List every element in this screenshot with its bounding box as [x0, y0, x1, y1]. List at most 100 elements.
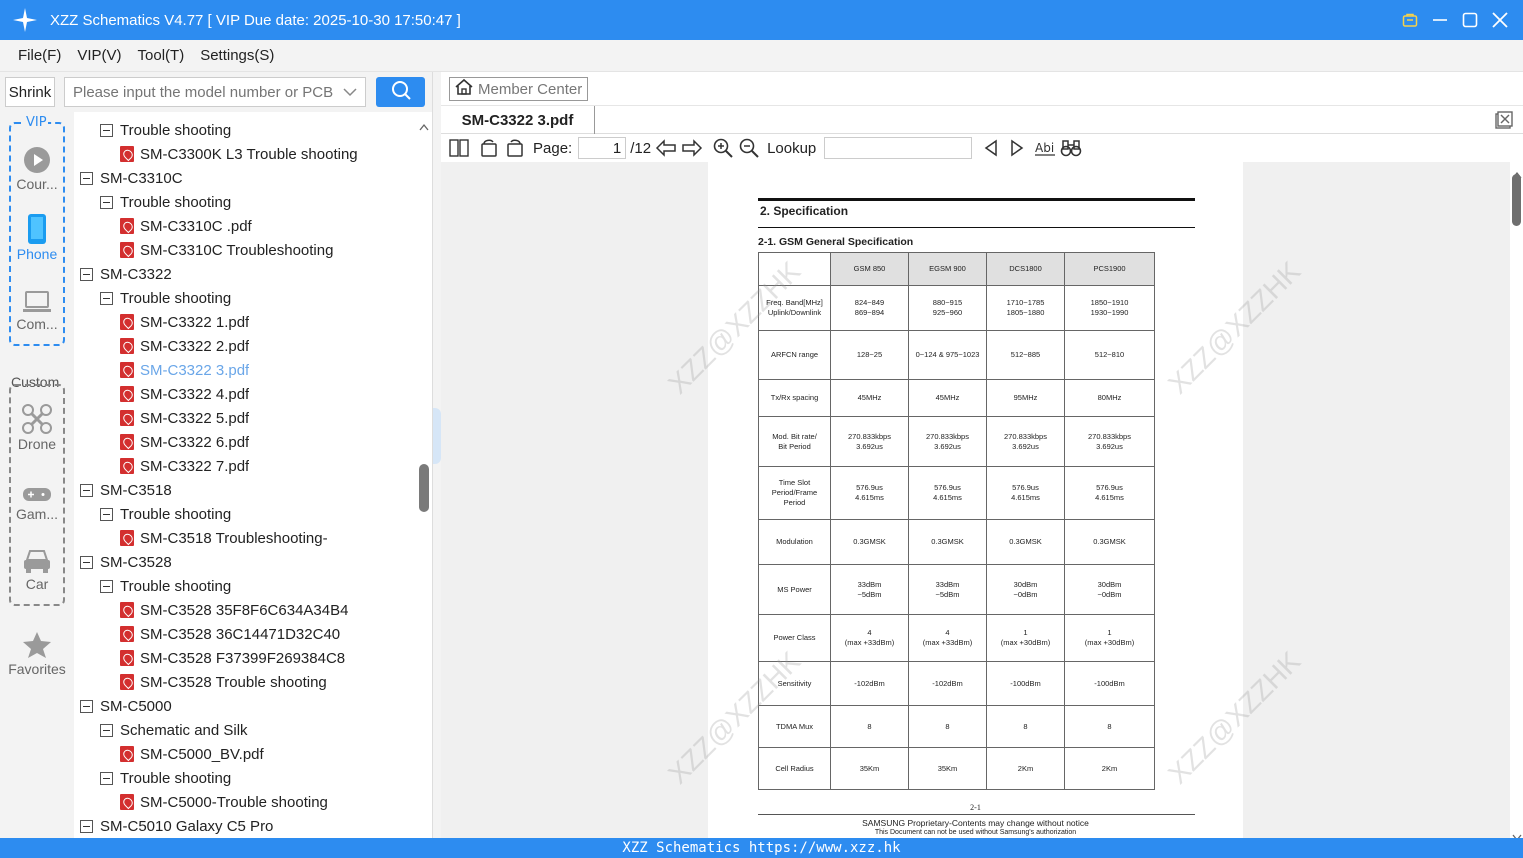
- collapse-toggle-icon[interactable]: [80, 171, 93, 185]
- sidebar-item-games[interactable]: Gam...: [0, 472, 74, 522]
- tree-folder-item[interactable]: SM-C3310C: [80, 166, 416, 190]
- collapse-toggle-icon[interactable]: [100, 291, 113, 305]
- tree-file-item[interactable]: SM-C3528 F37399F269384C8: [120, 646, 416, 670]
- collapse-toggle-icon[interactable]: [100, 195, 113, 209]
- tree-folder-item[interactable]: Trouble shooting: [100, 502, 416, 526]
- tree-folder-item[interactable]: SM-C3518: [80, 478, 416, 502]
- pdf-file-icon: [120, 626, 134, 642]
- search-input[interactable]: [73, 83, 333, 101]
- vip-label: VIP: [25, 115, 48, 130]
- tree-file-item[interactable]: SM-C3322 7.pdf: [120, 454, 416, 478]
- tree-file-item[interactable]: SM-C5000_BV.pdf: [120, 742, 416, 766]
- table-cell: 2Km: [986, 747, 1065, 790]
- tab-document[interactable]: SM-C3322 3.pdf: [441, 106, 595, 134]
- table-cell: 8: [1064, 705, 1155, 748]
- close-icon[interactable]: [1491, 11, 1509, 29]
- tree-file-item[interactable]: SM-C3310C Troubleshooting: [120, 238, 416, 262]
- sidebar-item-courses[interactable]: Cour...: [0, 142, 74, 192]
- zoom-in-icon[interactable]: [713, 136, 733, 160]
- find-next-icon[interactable]: [1010, 136, 1024, 160]
- search-button[interactable]: [376, 77, 425, 107]
- collapse-toggle-icon[interactable]: [80, 699, 93, 713]
- next-page-icon[interactable]: [681, 136, 703, 160]
- collapse-toggle-icon[interactable]: [80, 483, 93, 497]
- minimize-icon[interactable]: [1431, 11, 1449, 29]
- tree-item-label: SM-C3310C .pdf: [140, 217, 252, 235]
- tree-file-item[interactable]: SM-C3528 36C14471D32C40: [120, 622, 416, 646]
- sidebar-item-car[interactable]: Car: [0, 542, 74, 592]
- tree-folder-item[interactable]: Schematic and Silk: [100, 718, 416, 742]
- tree-file-item[interactable]: SM-C3322 4.pdf: [120, 382, 416, 406]
- two-page-view-icon[interactable]: [449, 136, 469, 160]
- sidebar-item-computer[interactable]: Com...: [0, 282, 74, 332]
- tree-folder-item[interactable]: SM-C3528: [80, 550, 416, 574]
- tree-file-item[interactable]: SM-C5000-Trouble shooting: [120, 790, 416, 814]
- tree-folder-item[interactable]: Trouble shooting: [100, 286, 416, 310]
- sidebar-item-favorites[interactable]: Favorites: [0, 627, 74, 677]
- collapse-toggle-icon[interactable]: [80, 267, 93, 281]
- tree-file-item[interactable]: SM-C3322 3.pdf: [120, 358, 416, 382]
- menu-settings[interactable]: Settings(S): [200, 47, 274, 64]
- tree-file-item[interactable]: SM-C3322 2.pdf: [120, 334, 416, 358]
- collapse-toggle-icon[interactable]: [100, 507, 113, 521]
- pdf-viewer[interactable]: 2. Specification 2-1. GSM General Specif…: [441, 162, 1510, 838]
- collapse-toggle-icon[interactable]: [100, 723, 113, 737]
- sidebar-item-label: Drone: [17, 436, 57, 452]
- laptop-icon: [0, 282, 74, 314]
- close-tab-icon[interactable]: [1495, 111, 1513, 133]
- collapse-toggle-icon[interactable]: [100, 771, 113, 785]
- collapse-toggle-icon[interactable]: [80, 555, 93, 569]
- pdf-file-icon: [120, 362, 134, 378]
- search-combobox[interactable]: [64, 77, 366, 107]
- tree-folder-item[interactable]: Trouble shooting: [100, 766, 416, 790]
- table-row: Modulation 0.3GMSK 0.3GMSK 0.3GMSK 0.3GMSK: [758, 519, 1155, 565]
- shrink-button[interactable]: Shrink: [5, 77, 55, 107]
- maximize-icon[interactable]: [1461, 11, 1479, 29]
- page-number-input[interactable]: 1: [578, 137, 627, 159]
- rotate-left-icon[interactable]: [479, 136, 499, 160]
- tree-folder-item[interactable]: SM-C3322: [80, 262, 416, 286]
- tree-file-item[interactable]: SM-C3310C .pdf: [120, 214, 416, 238]
- collapse-toggle-icon[interactable]: [100, 123, 113, 137]
- find-previous-icon[interactable]: [984, 136, 998, 160]
- menu-vip[interactable]: VIP(V): [77, 47, 121, 64]
- tree-file-item[interactable]: SM-C3518 Troubleshooting-: [120, 526, 416, 550]
- chevron-down-icon[interactable]: [343, 83, 357, 105]
- tree-file-item[interactable]: SM-C3322 5.pdf: [120, 406, 416, 430]
- vip-bag-icon[interactable]: [1401, 11, 1419, 29]
- tree-file-item[interactable]: SM-C3528 Trouble shooting: [120, 670, 416, 694]
- pane-splitter[interactable]: [432, 72, 441, 838]
- tree-scroll-thumb[interactable]: [419, 464, 429, 512]
- scroll-up-icon[interactable]: [419, 116, 429, 135]
- zoom-out-icon[interactable]: [739, 136, 759, 160]
- sidebar-item-drone[interactable]: Drone: [0, 402, 74, 452]
- tree-file-item[interactable]: SM-C3300K L3 Trouble shooting: [120, 142, 416, 166]
- tree-folder-item[interactable]: Trouble shooting: [100, 574, 416, 598]
- tree-folder-item[interactable]: Trouble shooting: [100, 190, 416, 214]
- match-case-icon[interactable]: Abi: [1034, 136, 1056, 160]
- sidebar-item-phone[interactable]: Phone: [0, 212, 74, 262]
- tree-file-item[interactable]: SM-C3322 6.pdf: [120, 430, 416, 454]
- member-center-button[interactable]: Member Center: [449, 77, 588, 101]
- tree-scrollbar[interactable]: [416, 112, 432, 838]
- tree-file-item[interactable]: SM-C3528 35F8F6C634A34B4: [120, 598, 416, 622]
- menu-file[interactable]: File(F): [18, 47, 61, 64]
- table-cell: 270.833kbps 3.692us: [830, 416, 909, 467]
- menu-tool[interactable]: Tool(T): [138, 47, 185, 64]
- rotate-right-icon[interactable]: [505, 136, 525, 160]
- tree-item-label: SM-C3322 2.pdf: [140, 337, 250, 355]
- viewer-scrollbar[interactable]: [1510, 162, 1523, 842]
- collapse-handle[interactable]: [433, 408, 441, 464]
- tree-folder-item[interactable]: SM-C5000: [80, 694, 416, 718]
- collapse-toggle-icon[interactable]: [100, 579, 113, 593]
- previous-page-icon[interactable]: [655, 136, 677, 160]
- collapse-toggle-icon[interactable]: [80, 819, 93, 833]
- binoculars-icon[interactable]: [1060, 136, 1082, 160]
- tree-folder-item[interactable]: SM-C5010 Galaxy C5 Pro: [80, 814, 416, 838]
- app-logo-icon: [12, 7, 38, 33]
- lookup-input[interactable]: [824, 137, 973, 159]
- viewer-scroll-thumb[interactable]: [1512, 174, 1521, 226]
- tree-file-item[interactable]: SM-C3322 1.pdf: [120, 310, 416, 334]
- tree-folder-item[interactable]: Trouble shooting: [100, 118, 416, 142]
- table-cell: 95MHz: [986, 379, 1065, 417]
